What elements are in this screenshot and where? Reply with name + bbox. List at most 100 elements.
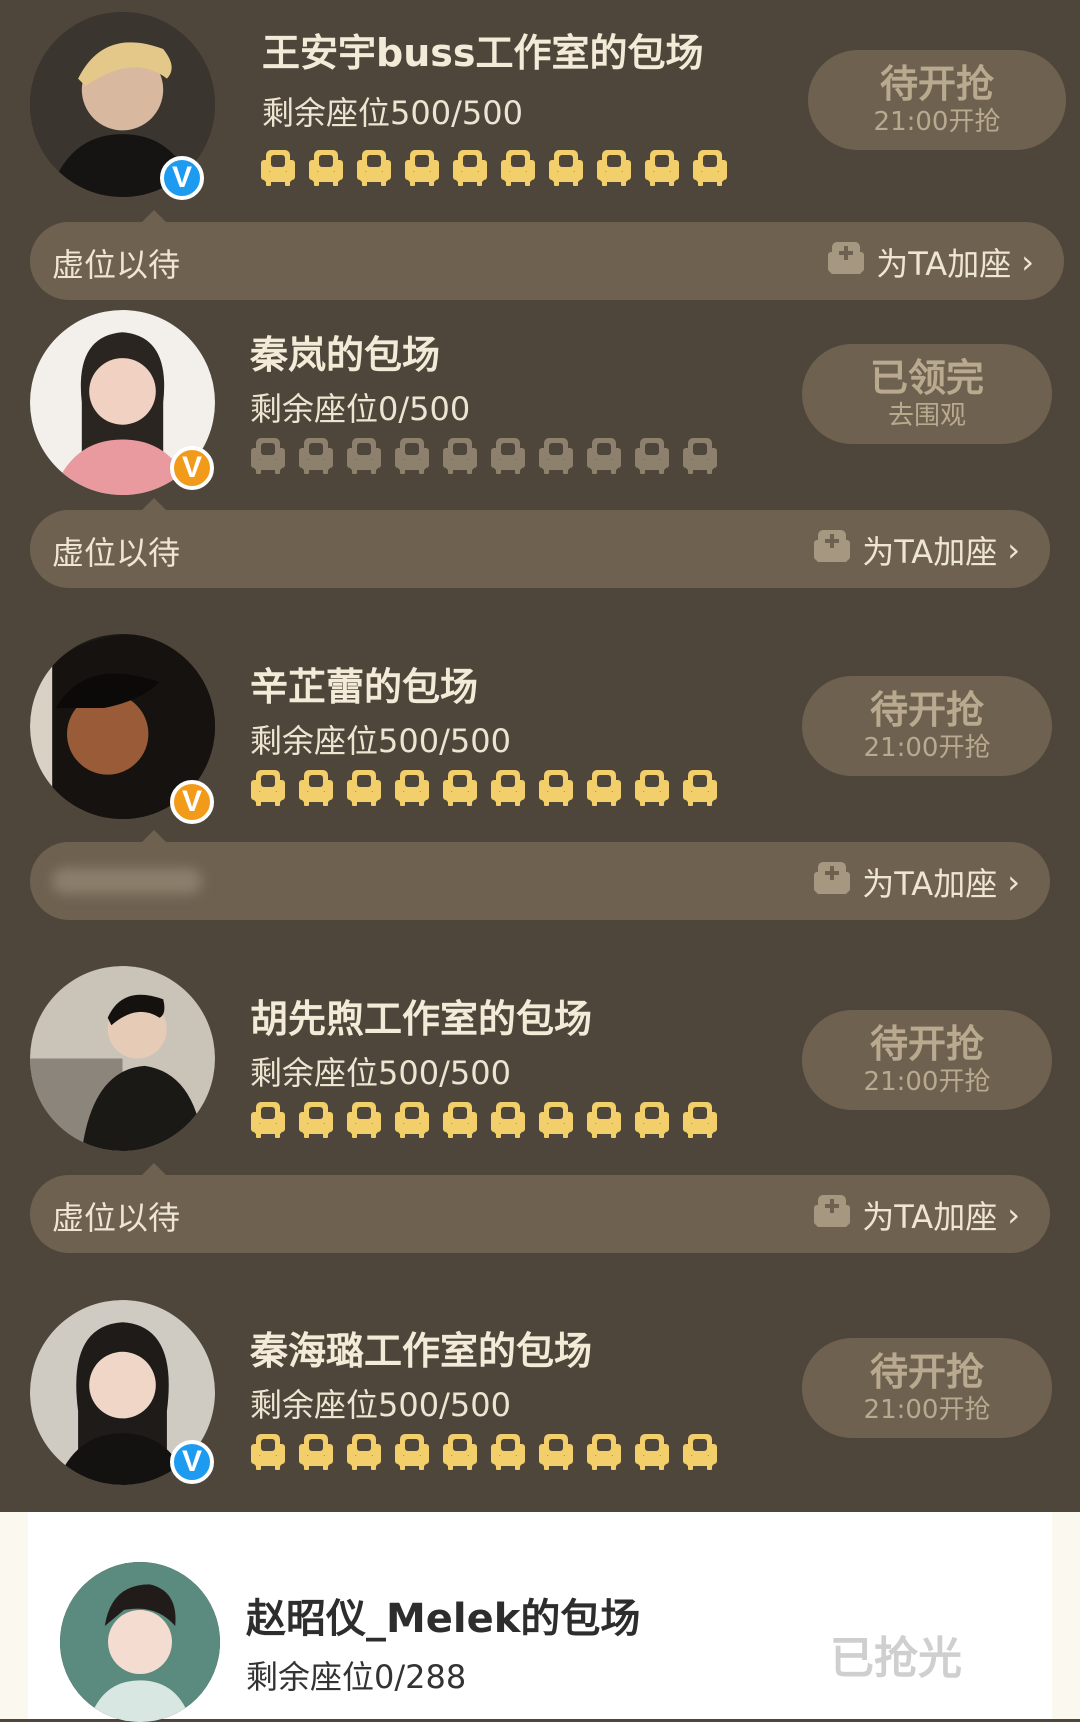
bar-pointer [142, 498, 166, 510]
seat-icon [490, 768, 526, 806]
status-button[interactable]: 待开抢 21:00开抢 [802, 1010, 1052, 1110]
seat-icon [586, 1100, 622, 1138]
add-seat-label: 为TA加座 [876, 245, 1012, 283]
seat-icon [298, 436, 334, 474]
add-seat-bar[interactable]: 为TA加座 › [30, 830, 1050, 920]
status-sub-label: 21:00开抢 [863, 733, 991, 763]
seat-row [250, 768, 718, 806]
theater-list: V 王安宇buss工作室的包场 剩余座位500/500 待开抢 21:00开抢 … [0, 0, 1080, 1722]
seat-icon [346, 436, 382, 474]
seat-icon [452, 148, 488, 186]
add-seat-icon [812, 1191, 852, 1239]
seat-row [260, 148, 728, 186]
status-label: 待开抢 [879, 62, 994, 106]
seat-icon [634, 768, 670, 806]
add-seat-label: 为TA加座 [862, 1198, 998, 1236]
screening-title: 胡先煦工作室的包场 [250, 997, 593, 1041]
seat-icon [538, 1100, 574, 1138]
portrait-image [30, 966, 215, 1151]
seat-icon [692, 148, 728, 186]
seat-icon [490, 436, 526, 474]
seat-icon [346, 768, 382, 806]
status-label: 待开抢 [869, 1022, 984, 1066]
avatar[interactable] [60, 1562, 220, 1722]
seat-icon [346, 1100, 382, 1138]
seat-icon [682, 768, 718, 806]
screening-title: 辛芷蕾的包场 [250, 665, 479, 709]
seat-icon [634, 436, 670, 474]
seat-icon [586, 768, 622, 806]
remaining-seats: 剩余座位0/500 [250, 390, 471, 428]
screening-card-soldout[interactable]: 赵昭仪_Melek的包场 剩余座位0/288 已抢光 [0, 1512, 1080, 1722]
status-sub-label: 去围观 [887, 401, 966, 431]
status-label: 已领完 [869, 356, 984, 400]
bar-pointer [142, 1163, 166, 1175]
seat-icon [538, 1432, 574, 1470]
verified-badge-icon: V [170, 780, 214, 824]
screening-title: 秦海璐工作室的包场 [250, 1329, 593, 1373]
chevron-right-icon: › [1007, 531, 1020, 569]
seat-icon [394, 1432, 430, 1470]
verified-badge-icon: V [170, 446, 214, 490]
bar-left-label: 虚位以待 [52, 1199, 181, 1237]
seat-icon [682, 1432, 718, 1470]
seat-icon [346, 1432, 382, 1470]
seat-icon [644, 148, 680, 186]
seat-icon [260, 148, 296, 186]
screening-title: 赵昭仪_Melek的包场 [246, 1596, 641, 1642]
status-button[interactable]: 待开抢 21:00开抢 [802, 676, 1052, 776]
seat-icon [394, 436, 430, 474]
seat-icon [250, 1432, 286, 1470]
add-seat-link[interactable]: 为TA加座 › [812, 858, 1020, 906]
chevron-right-icon: › [1007, 863, 1020, 901]
seat-icon [548, 148, 584, 186]
seat-icon [538, 436, 574, 474]
remaining-seats: 剩余座位500/500 [250, 1386, 511, 1424]
verified-badge-icon: V [160, 156, 204, 200]
status-button[interactable]: 已领完 去围观 [802, 344, 1052, 444]
add-seat-icon [812, 526, 852, 574]
remaining-seats: 剩余座位0/288 [246, 1658, 467, 1696]
status-label: 待开抢 [869, 1350, 984, 1394]
seat-icon [298, 1100, 334, 1138]
status-button[interactable]: 待开抢 21:00开抢 [808, 50, 1066, 150]
seat-icon [394, 768, 430, 806]
status-sub-label: 21:00开抢 [863, 1067, 991, 1097]
avatar[interactable] [30, 966, 215, 1151]
add-seat-bar[interactable]: 虚位以待 为TA加座 › [30, 1163, 1050, 1253]
status-button[interactable]: 待开抢 21:00开抢 [802, 1338, 1052, 1438]
screening-title: 秦岚的包场 [250, 333, 441, 377]
add-seat-link[interactable]: 为TA加座 › [826, 238, 1034, 286]
remaining-seats: 剩余座位500/500 [250, 1054, 511, 1092]
status-label: 待开抢 [869, 688, 984, 732]
status-sub-label: 21:00开抢 [863, 1395, 991, 1425]
add-seat-label: 为TA加座 [862, 865, 998, 903]
status-sub-label: 21:00开抢 [873, 107, 1001, 137]
seat-row [250, 1100, 718, 1138]
bar-left-label: 虚位以待 [52, 246, 181, 284]
seat-icon [586, 1432, 622, 1470]
status-label: 已抢光 [830, 1633, 962, 1684]
seat-icon [298, 768, 334, 806]
add-seat-label: 为TA加座 [862, 533, 998, 571]
seat-icon [250, 768, 286, 806]
seat-icon [356, 148, 392, 186]
seat-icon [250, 1100, 286, 1138]
seat-icon [682, 1100, 718, 1138]
seat-icon [404, 148, 440, 186]
add-seat-bar[interactable]: 虚位以待 为TA加座 › [30, 498, 1050, 588]
seat-icon [490, 1100, 526, 1138]
bar-pointer [142, 830, 166, 842]
seat-icon [538, 768, 574, 806]
portrait-image [60, 1562, 220, 1722]
add-seat-link[interactable]: 为TA加座 › [812, 1191, 1020, 1239]
chevron-right-icon: › [1021, 243, 1034, 281]
seat-icon [308, 148, 344, 186]
seat-icon [442, 1100, 478, 1138]
add-seat-icon [812, 858, 852, 906]
seat-row [250, 436, 718, 474]
add-seat-link[interactable]: 为TA加座 › [812, 526, 1020, 574]
bar-pointer [142, 210, 166, 222]
add-seat-bar[interactable]: 虚位以待 为TA加座 › [30, 210, 1064, 300]
seat-icon [682, 436, 718, 474]
